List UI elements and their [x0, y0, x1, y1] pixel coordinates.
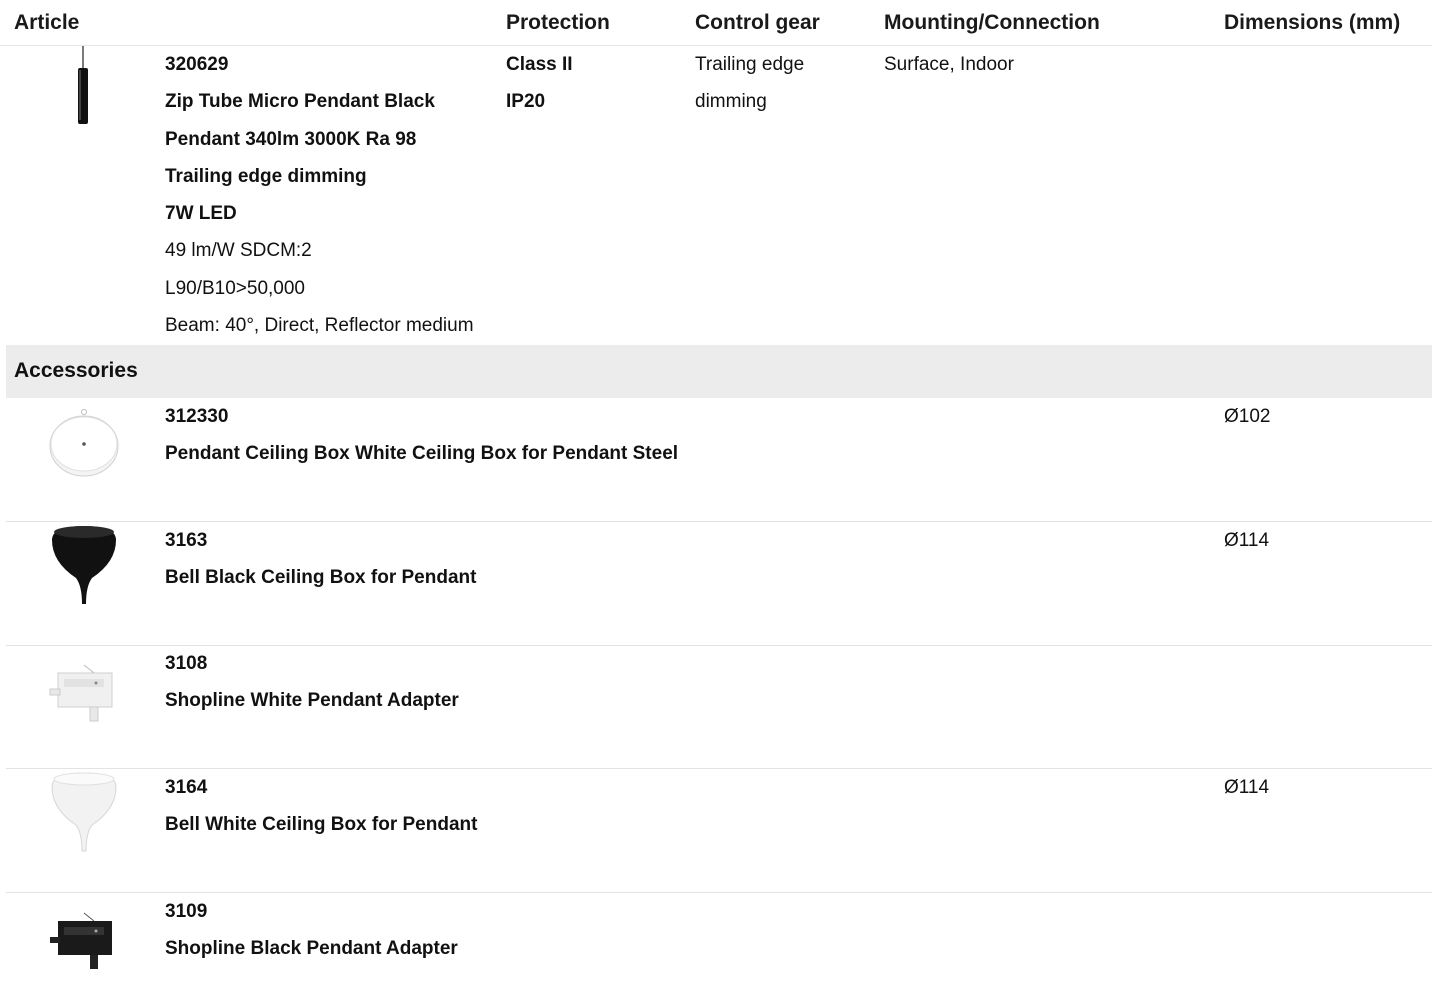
protection-cell: Class II IP20	[506, 54, 573, 129]
product-spec: Pendant 340lm 3000K Ra 98	[165, 128, 417, 150]
accessory-row: 3164 Bell White Ceiling Box for Pendant …	[6, 769, 1432, 893]
header-protection: Protection	[506, 11, 610, 34]
accessory-dimensions: Ø114	[1224, 777, 1270, 798]
product-number: 320629	[165, 54, 229, 75]
protection-class: Class II	[506, 54, 573, 75]
accessory-row: 3109 Shopline Black Pendant Adapter	[6, 893, 1432, 1007]
accessory-name: Bell Black Ceiling Box for Pendant	[165, 567, 477, 588]
product-efficacy: 49 lm/W SDCM:2	[165, 240, 312, 262]
accessories-section-header: Accessories	[6, 345, 1432, 398]
white-ceiling-box-icon	[49, 409, 119, 477]
accessories-title: Accessories	[14, 359, 138, 382]
accessory-number: 3108	[165, 653, 208, 674]
accessory-number: 312330	[165, 406, 229, 427]
accessory-name: Shopline White Pendant Adapter	[165, 690, 459, 711]
header-dimensions: Dimensions (mm)	[1224, 11, 1401, 34]
product-info: 320629 Zip Tube Micro Pendant Black Pend…	[165, 54, 474, 352]
white-adapter-icon	[49, 664, 113, 722]
product-power: 7W LED	[165, 203, 237, 225]
accessory-name: Shopline Black Pendant Adapter	[165, 938, 458, 959]
mounting-value: Surface, Indoor	[884, 54, 1014, 75]
accessory-name: Pendant Ceiling Box White Ceiling Box fo…	[165, 443, 679, 464]
product-dimming: Trailing edge dimming	[165, 165, 367, 187]
header-control-gear: Control gear	[695, 11, 820, 34]
product-name: Zip Tube Micro Pendant Black	[165, 91, 435, 113]
control-gear-line-2: dimming	[695, 91, 767, 113]
black-bell-icon	[52, 526, 116, 604]
pendant-tube-icon	[78, 46, 88, 124]
accessory-row: 312330 Pendant Ceiling Box White Ceiling…	[6, 398, 1432, 522]
product-lifetime: L90/B10>50,000	[165, 277, 305, 299]
accessory-name: Bell White Ceiling Box for Pendant	[165, 814, 478, 835]
control-gear-cell: Trailing edge dimming	[695, 54, 804, 129]
accessory-dimensions: Ø114	[1224, 530, 1270, 551]
product-row: 320629 Zip Tube Micro Pendant Black Pend…	[0, 46, 1432, 345]
white-bell-icon	[51, 772, 117, 852]
protection-ip: IP20	[506, 91, 546, 113]
mounting-cell: Surface, Indoor	[884, 54, 1014, 91]
accessory-row: 3163 Bell Black Ceiling Box for Pendant …	[6, 522, 1432, 646]
black-adapter-icon	[50, 912, 112, 969]
accessory-row: 3108 Shopline White Pendant Adapter	[6, 645, 1432, 769]
table-header: Article Protection Control gear Mounting…	[0, 0, 1432, 46]
accessory-number: 3164	[165, 777, 208, 798]
header-mounting: Mounting/Connection	[884, 11, 1100, 34]
accessory-number: 3109	[165, 901, 208, 922]
control-gear-line-1: Trailing edge	[695, 54, 805, 75]
accessory-number: 3163	[165, 530, 208, 551]
accessory-dimensions: Ø102	[1224, 406, 1271, 427]
header-article: Article	[14, 11, 80, 34]
